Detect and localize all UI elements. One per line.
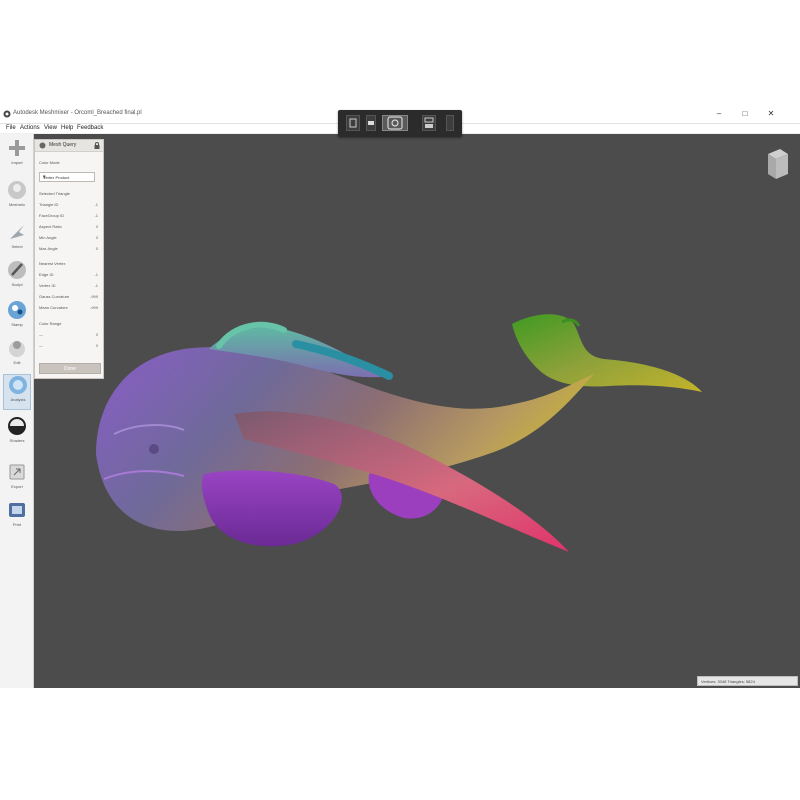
color-mode-select[interactable]: Vertex Product ▾ [39,172,95,182]
meshmixer-logo-icon [3,110,11,118]
capture-button[interactable] [382,115,408,131]
stamp-icon [8,301,26,319]
tool-analysis[interactable]: Analysis [3,374,31,410]
shaders-icon [8,417,26,435]
edit-icon [9,341,25,357]
vertex-id-label: Vertex ID [39,283,56,288]
mesh-stats-status: Vertices: 3348 Triangles: 5824 [697,676,798,686]
select-arrow-icon [10,225,24,239]
camera-icon [368,121,374,125]
panel-title: Mesh Query [49,142,77,148]
camera-small-button[interactable] [366,115,376,131]
tool-label: Import [11,160,23,165]
tool-print[interactable]: Print [3,500,31,536]
mesh-query-icon [39,142,46,149]
window-title: Autodesk Meshmixer - Orcoml_Breached fin… [13,110,142,116]
mesh-stats-text: Vertices: 3348 Triangles: 5824 [701,679,755,684]
tool-label: Edit [13,360,21,365]
vertex-id-value: -1 [94,283,98,288]
split-view-button[interactable] [422,115,436,131]
tool-label: Meshmix [8,202,25,207]
print-icon [9,503,25,517]
tool-label: Print [12,522,22,527]
capture-icon [387,116,403,130]
export-icon [9,464,25,480]
maximize-button[interactable]: □ [740,109,750,119]
range-min-label: — [39,332,43,337]
tool-sculpt[interactable]: Sculpt [3,260,31,296]
view-mode-button[interactable] [346,115,360,131]
plus-icon [9,140,25,156]
range-max-label: — [39,343,43,348]
range-min-value[interactable]: 0 [96,332,98,337]
aspect-ratio-label: Aspect Ratio [39,224,62,229]
max-angle-label: Max Angle [39,246,58,251]
lock-icon[interactable] [94,142,100,149]
view-cube-icon[interactable] [764,146,790,184]
triangle-id-label: Triangle ID [39,202,59,207]
tool-label: Select [11,244,23,249]
facegroup-id-value: -1 [94,213,98,218]
menu-actions[interactable]: Actions [20,125,40,131]
color-mode-label: Color Mode [39,160,60,165]
min-angle-value: 0 [95,235,98,240]
tool-meshmix[interactable]: Meshmix [3,180,31,216]
floating-view-toolbar [338,110,462,137]
aspect-ratio-value: 0 [95,224,98,229]
whale-mesh-model[interactable] [34,134,800,688]
view-mode-icon [349,118,357,128]
mean-curvature-label: Mean Curvature [39,305,68,310]
color-range-heading: Color Range [39,321,62,326]
tool-import[interactable]: Import [3,138,31,174]
gauss-curvature-label: Gauss Curvature [39,294,70,299]
gauss-curvature-value: -999 [89,294,98,299]
tool-label: Analysis [10,397,26,402]
tool-label: Shaders [9,438,25,443]
menu-help[interactable]: Help [61,125,73,131]
mean-curvature-value: -999 [89,305,98,310]
tool-label: Stamp [11,322,23,327]
edge-id-label: Edge ID [39,272,54,277]
nearest-vertex-heading: Nearest Vertex [39,261,66,266]
tool-stamp[interactable]: Stamp [3,300,31,336]
tool-export[interactable]: Export [3,462,31,498]
mesh-query-panel: Mesh Query Color Mode Vertex Product ▾ S… [34,139,104,379]
min-angle-label: Min Angle [39,235,57,240]
left-toolbar: Import Meshmix Select Sculpt Stamp Edit [0,134,34,688]
selected-triangle-heading: Selected Triangle [39,191,70,196]
menu-file[interactable]: File [6,125,16,131]
close-button[interactable]: ✕ [766,109,776,119]
edge-id-value: -1 [94,272,98,277]
chevron-down-icon: ▾ [43,174,46,180]
menu-view[interactable]: View [44,125,57,131]
split-view-icon [424,117,434,128]
range-max-value[interactable]: 0 [96,343,98,348]
max-angle-value: 0 [95,246,98,251]
tool-label: Sculpt [11,282,23,287]
tool-select[interactable]: Select [3,222,31,258]
facegroup-id-label: FaceGroup ID [39,213,65,218]
sculpt-brush-icon [8,261,26,279]
done-button[interactable]: Done [39,363,101,374]
meshmix-icon [8,181,26,199]
analysis-icon [9,376,27,394]
tool-label: Export [11,484,23,489]
menu-feedback[interactable]: Feedback [77,125,103,131]
tool-edit[interactable]: Edit [3,338,31,374]
panel-header: Mesh Query [35,140,103,152]
tool-shaders[interactable]: Shaders [3,416,31,452]
triangle-id-value: -1 [94,202,98,207]
toolbar-handle[interactable] [446,115,454,131]
minimize-button[interactable]: – [714,109,724,119]
